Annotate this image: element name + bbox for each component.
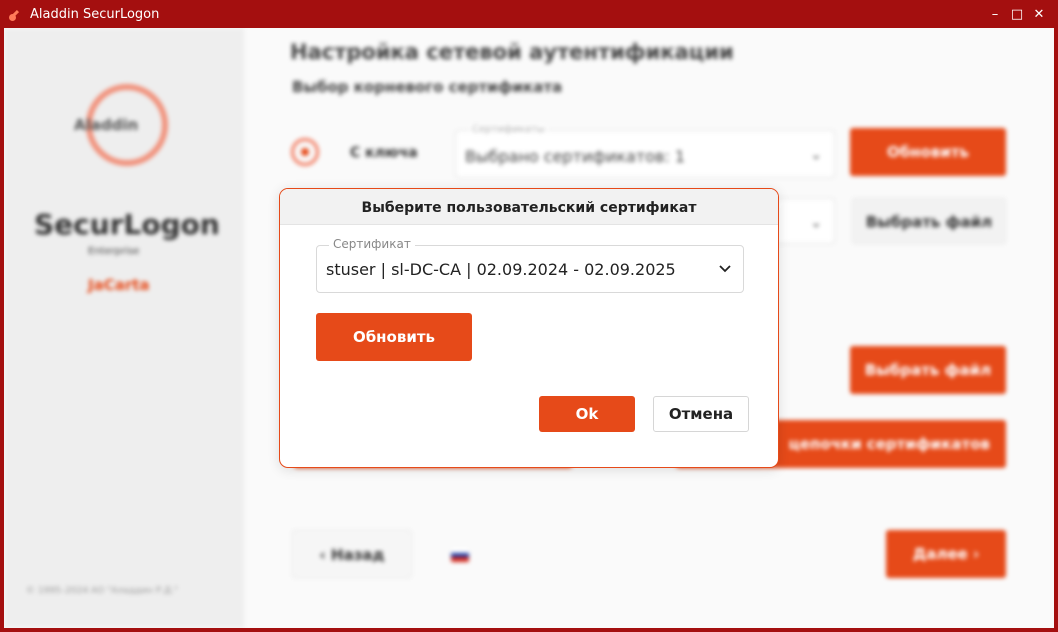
choose-file-button[interactable]: Выбрать файл — [852, 198, 1006, 244]
app-window: Aladdin SecurLogon – □ ✕ Aladdin SecurLo… — [0, 0, 1058, 632]
dialog-header: Выберите пользовательский сертификат — [280, 189, 778, 225]
title-bar: Aladdin SecurLogon – □ ✕ — [0, 0, 1058, 30]
choose-file-button-2[interactable]: Выбрать файл — [850, 346, 1006, 394]
dialog-title: Выберите пользовательский сертификат — [361, 200, 697, 216]
from-key-radio[interactable] — [291, 138, 319, 166]
product-edition: Enterprise — [88, 246, 140, 257]
ok-button[interactable]: Ok — [539, 396, 635, 432]
next-button-label: Далее — [912, 545, 968, 563]
minimize-icon[interactable]: – — [986, 6, 1004, 24]
certificates-select-value: Выбрано сертификатов: 1 — [465, 147, 686, 166]
page-subtitle: Выбор корневого сертификата — [292, 78, 563, 96]
sidebar: Aladdin SecurLogon Enterprise JaCarta © … — [4, 28, 244, 628]
chevron-down-icon: ⌄ — [810, 215, 822, 231]
logo-text: Aladdin — [74, 116, 139, 134]
chevron-down-icon — [719, 265, 731, 273]
language-flag-icon[interactable] — [451, 548, 469, 562]
certificates-select[interactable]: Сертификаты Выбрано сертификатов: 1 ⌄ — [455, 124, 835, 178]
copyright: © 1995–2024 АО "Аладдин Р.Д." — [26, 586, 179, 596]
refresh-button[interactable]: Обновить — [316, 313, 472, 361]
close-icon[interactable]: ✕ — [1030, 6, 1048, 24]
certificate-select[interactable]: Сертификат stuser | sl-DC-CA | 02.09.202… — [316, 237, 744, 293]
back-button[interactable]: ‹ Назад — [292, 530, 412, 578]
app-key-icon — [9, 9, 20, 21]
certificates-select-label: Сертификаты — [470, 124, 547, 135]
page-title: Настройка сетевой аутентификации — [290, 40, 734, 64]
client-area: Aladdin SecurLogon Enterprise JaCarta © … — [4, 28, 1054, 628]
back-button-label: Назад — [330, 546, 385, 564]
product-tag: JaCarta — [88, 276, 150, 294]
select-user-certificate-dialog: Выберите пользовательский сертификат Сер… — [279, 188, 779, 468]
maximize-icon[interactable]: □ — [1008, 6, 1026, 24]
chevron-left-icon: ‹ — [319, 546, 326, 564]
from-key-radio-label: С ключа — [350, 145, 418, 161]
next-button[interactable]: Далее › — [886, 530, 1006, 578]
product-name: SecurLogon — [34, 208, 220, 241]
chevron-right-icon: › — [972, 545, 980, 563]
certificate-select-label: Сертификат — [329, 237, 415, 251]
refresh-button-bg[interactable]: Обновить — [850, 128, 1006, 176]
certificate-select-value: stuser | sl-DC-CA | 02.09.2024 - 02.09.2… — [326, 260, 676, 279]
chevron-down-icon: ⌄ — [810, 147, 822, 163]
window-title: Aladdin SecurLogon — [30, 7, 160, 22]
cancel-button[interactable]: Отмена — [653, 396, 749, 432]
